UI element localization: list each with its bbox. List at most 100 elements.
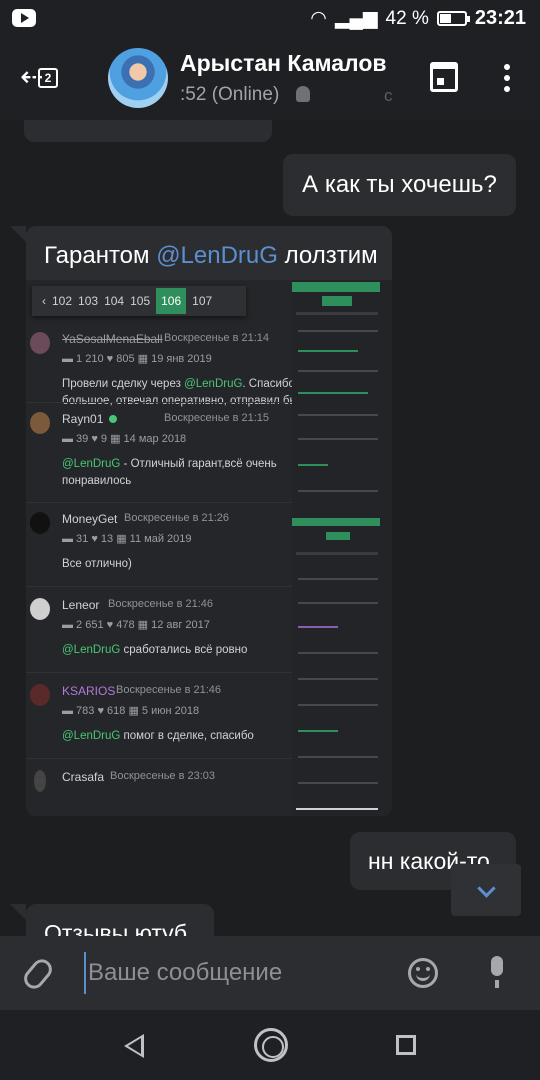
system-navigation-bar <box>0 1010 540 1080</box>
side-text <box>298 756 378 758</box>
nav-back-icon[interactable] <box>124 1034 144 1058</box>
review-stats: ▬ 1 210 ♥ 805 ▦ 19 янв 2019 <box>62 353 212 365</box>
review-text: @LenDruG сработались всё ровно <box>62 644 248 656</box>
caption-text: Гарантом <box>44 242 157 269</box>
emoji-icon[interactable] <box>408 958 438 988</box>
side-text <box>298 626 338 628</box>
side-text <box>298 490 378 492</box>
caption-text-end: лолзтим <box>277 242 378 269</box>
online-indicator <box>109 415 118 423</box>
pagination: ‹ 102 103 104 105 106 107 <box>32 286 246 316</box>
incoming-photo-message[interactable]: Гарантом @LenDruG лолзтим ‹ 102 103 104 … <box>10 226 392 816</box>
attach-icon[interactable] <box>20 955 56 993</box>
battery-percent: 42 % <box>385 7 429 29</box>
message-input[interactable] <box>84 952 384 994</box>
side-bar-green <box>292 282 380 292</box>
review-divider <box>26 672 292 673</box>
review-stats: ▬ 31 ♥ 13 ▦ 11 май 2019 <box>62 533 192 545</box>
chat-header: ⇠ 2 Арыстан Камалов :52 (Online) с <box>0 36 540 120</box>
status-bar-right: ◠ ▂▄▆ 42 % 23:21 <box>310 7 526 30</box>
side-button <box>326 532 350 540</box>
contact-name[interactable]: Арыстан Камалов <box>180 50 387 77</box>
review-text: @LenDruG - Отличный гарант,всё очень пон… <box>62 458 277 487</box>
side-text <box>298 414 378 416</box>
page-prev: ‹ <box>42 294 46 308</box>
side-text <box>298 704 378 706</box>
review-avatar <box>30 412 50 434</box>
side-text <box>298 578 378 580</box>
microphone-icon[interactable] <box>488 956 506 990</box>
review-stats: ▬ 39 ♥ 9 ▦ 14 мар 2018 <box>62 433 187 445</box>
review-author: Rayn01 <box>62 412 123 426</box>
message-list[interactable]: А как ты хочешь? Гарантом @LenDruG лолзт… <box>0 120 540 936</box>
page-number: 102 <box>52 294 73 308</box>
review-text: Провели сделку через @LenDruG. Спасибо б… <box>62 378 304 407</box>
screenshot-side-column <box>292 280 392 816</box>
youtube-notification-icon <box>12 9 36 27</box>
review-divider <box>26 402 292 403</box>
signal-icon: ▂▄▆ <box>334 8 378 29</box>
nav-recents-icon[interactable] <box>396 1035 416 1055</box>
side-text <box>298 730 338 732</box>
incoming-message[interactable]: Отзывы ютуб <box>10 904 214 936</box>
page-number-active: 106 <box>156 288 187 314</box>
calendar-icon[interactable] <box>430 62 458 92</box>
attached-screenshot[interactable]: ‹ 102 103 104 105 106 107 YaSosalMenaEba… <box>26 280 392 816</box>
contact-avatar[interactable] <box>108 48 168 108</box>
page-number: 105 <box>130 294 151 308</box>
back-button[interactable]: ⇠ 2 <box>20 60 64 96</box>
review-avatar <box>30 332 50 354</box>
review-author: KSARIOS <box>62 684 116 698</box>
unread-counter-icon: 2 <box>38 68 58 88</box>
scroll-down-button[interactable] <box>451 864 521 916</box>
clock: 23:21 <box>474 7 526 29</box>
review-time: Воскресенье в 21:15 <box>164 412 270 424</box>
side-text <box>298 602 378 604</box>
review-time: Воскресенье в 21:46 <box>108 598 214 610</box>
review-avatar <box>30 598 50 620</box>
status-bar: ◠ ▂▄▆ 42 % 23:21 <box>0 0 540 36</box>
review-stats: ▬ 2 651 ♥ 478 ▦ 12 авг 2017 <box>62 619 210 631</box>
review-avatar <box>30 512 50 534</box>
side-line <box>296 552 378 555</box>
side-text <box>298 438 378 440</box>
more-menu-icon[interactable] <box>500 64 514 92</box>
side-text <box>298 392 368 394</box>
side-text <box>298 370 378 372</box>
review-divider <box>26 586 292 587</box>
battery-icon <box>436 11 470 26</box>
page-number: 103 <box>78 294 99 308</box>
review-time: Воскресенье в 21:14 <box>164 332 270 344</box>
side-text <box>298 678 378 680</box>
caption-mention-link[interactable]: @LenDruG <box>156 242 278 269</box>
side-text <box>298 330 378 332</box>
message-caption: Гарантом @LenDruG лолзтим <box>44 242 378 270</box>
side-text <box>298 350 358 352</box>
contact-status: :52 (Online) <box>180 84 280 105</box>
review-text: @LenDruG помог в сделке, спасибо <box>62 730 254 742</box>
message-bubble-cut-off <box>24 120 272 142</box>
faint-text: с <box>384 86 393 105</box>
review-text: Все отлично) <box>62 558 132 570</box>
side-text <box>298 464 328 466</box>
review-stats: ▬ 783 ♥ 618 ▦ 5 июн 2018 <box>62 705 200 717</box>
wifi-icon: ◠ <box>310 8 327 29</box>
nav-home-icon[interactable] <box>254 1028 288 1062</box>
review-author: MoneyGet <box>62 512 118 526</box>
review-time: Воскресенье в 21:26 <box>124 512 230 524</box>
page-number: 104 <box>104 294 125 308</box>
review-avatar <box>30 684 50 706</box>
side-line <box>296 312 378 315</box>
message-input-bar <box>0 936 540 1010</box>
review-author: YaSosalMenaEball <box>62 332 163 346</box>
review-time: Воскресенье в 21:46 <box>116 684 222 696</box>
page-number: 107 <box>192 294 213 308</box>
review-time: Воскресенье в 23:03 <box>110 770 216 782</box>
outgoing-message[interactable]: А как ты хочешь? <box>283 154 516 216</box>
review-author: Crasafa <box>62 770 105 784</box>
review-avatar <box>34 770 46 792</box>
side-bar-green <box>292 518 380 526</box>
side-text <box>298 652 378 654</box>
review-author: Leneor <box>62 598 100 612</box>
review-divider <box>26 758 292 759</box>
